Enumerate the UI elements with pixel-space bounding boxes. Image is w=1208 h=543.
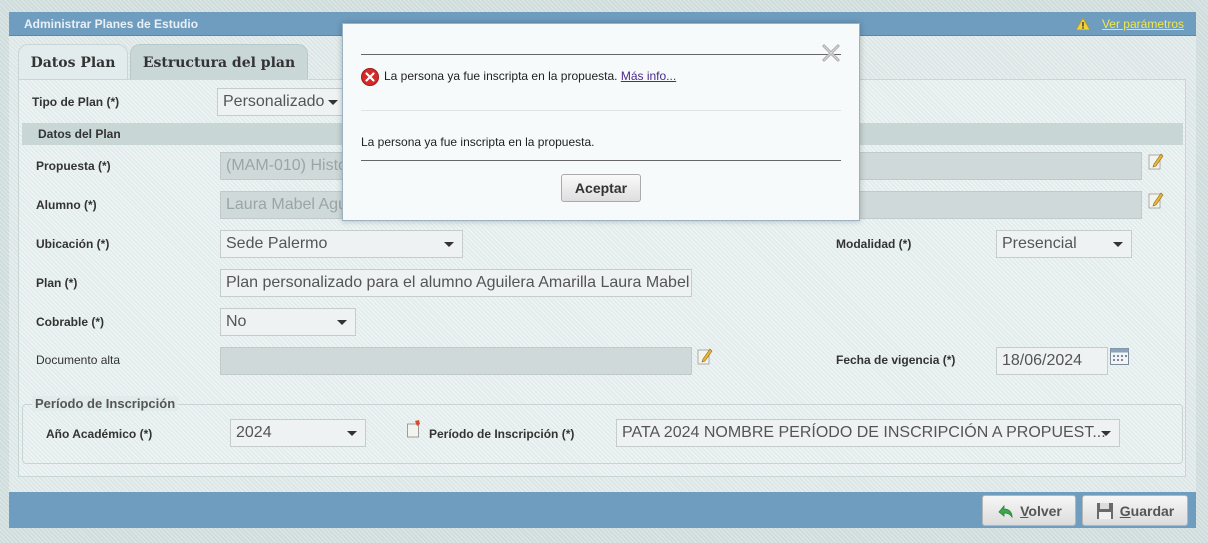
chevron-down-icon [337,320,347,325]
cobrable-select[interactable]: No [220,308,356,336]
dialog-divider [361,54,841,55]
error-message-row: La persona ya fue inscripta en la propue… [384,69,676,83]
guardar-label: uardar [1130,502,1175,519]
volver-button[interactable]: Volver [982,495,1076,526]
fecha-vigencia-label: Fecha de vigencia (*) [836,353,956,367]
periodo-section-title: Período de Inscripción [32,396,179,411]
modalidad-label: Modalidad (*) [836,237,912,251]
edit-documento-icon[interactable] [697,347,713,365]
propuesta-label: Propuesta (*) [36,159,111,173]
tab-estructura-plan[interactable]: Estructura del plan [130,44,308,80]
cobrable-label: Cobrable (*) [36,315,105,329]
plan-label: Plan (*) [36,276,78,290]
dialog-divider-light [361,110,841,111]
tipo-plan-select[interactable]: Personalizado [217,88,347,116]
ubicacion-label: Ubicación (*) [36,237,110,251]
tipo-plan-label: Tipo de Plan (*) [32,95,120,109]
warning-icon [1076,18,1090,30]
modalidad-select[interactable]: Presencial [996,230,1132,258]
back-arrow-icon [998,504,1013,518]
close-icon[interactable] [821,43,841,63]
alumno-value: Laura Mabel Agu [226,196,347,213]
save-disk-icon [1096,502,1113,519]
fecha-vigencia-value: 18/06/2024 [1002,352,1083,369]
error-icon [361,68,379,86]
ubicacion-select[interactable]: Sede Palermo [220,230,463,258]
calendar-icon[interactable] [1110,348,1129,365]
error-message: La persona ya fue inscripta en la propue… [384,69,618,83]
chevron-down-icon [347,431,357,436]
tipo-plan-value: Personalizado [223,93,325,110]
periodo-inscripcion-select[interactable]: PATA 2024 NOMBRE PERÍODO DE INSCRIPCIÓN … [616,419,1120,447]
documento-alta-label: Documento alta [36,353,121,367]
tab-datos-plan[interactable]: Datos Plan [18,44,128,80]
ubicacion-value: Sede Palermo [226,235,328,252]
chevron-down-icon [328,100,338,105]
chevron-down-icon [1101,431,1111,436]
modalidad-value: Presencial [1002,235,1077,252]
error-detail: La persona ya fue inscripta en la propue… [361,135,595,149]
fecha-vigencia-input[interactable]: 18/06/2024 [996,347,1108,375]
cobrable-value: No [226,313,247,330]
error-dialog: La persona ya fue inscripta en la propue… [342,23,860,221]
periodo-inscripcion-label: Período de Inscripción (*) [429,427,575,441]
anio-academico-select[interactable]: 2024 [230,419,366,447]
edit-alumno-icon[interactable] [1148,191,1164,209]
chevron-down-icon [444,242,454,247]
volver-label: olver [1028,502,1062,519]
view-params-link[interactable]: Ver parámetros [1102,17,1184,31]
anio-academico-value: 2024 [236,424,272,441]
dialog-divider-bottom [361,160,841,161]
new-document-icon[interactable] [406,420,422,438]
chevron-down-icon [1113,242,1123,247]
plan-value: Plan personalizado para el alumno Aguile… [226,274,690,291]
window-title: Administrar Planes de Estudio [24,17,199,31]
section-title: Datos del Plan [38,127,121,141]
plan-input[interactable]: Plan personalizado para el alumno Aguile… [220,269,692,297]
periodo-inscripcion-value: PATA 2024 NOMBRE PERÍODO DE INSCRIPCIÓN … [622,424,1106,441]
guardar-button[interactable]: Guardar [1082,495,1188,526]
propuesta-value: (MAM-010) Histo [226,157,347,174]
documento-alta-field [220,347,692,375]
edit-propuesta-icon[interactable] [1148,152,1164,170]
anio-academico-label: Año Académico (*) [46,427,153,441]
accept-button[interactable]: Aceptar [561,174,641,202]
more-info-link[interactable]: Más info... [621,69,676,83]
guardar-accel: G [1119,502,1131,519]
alumno-label: Alumno (*) [36,198,97,212]
